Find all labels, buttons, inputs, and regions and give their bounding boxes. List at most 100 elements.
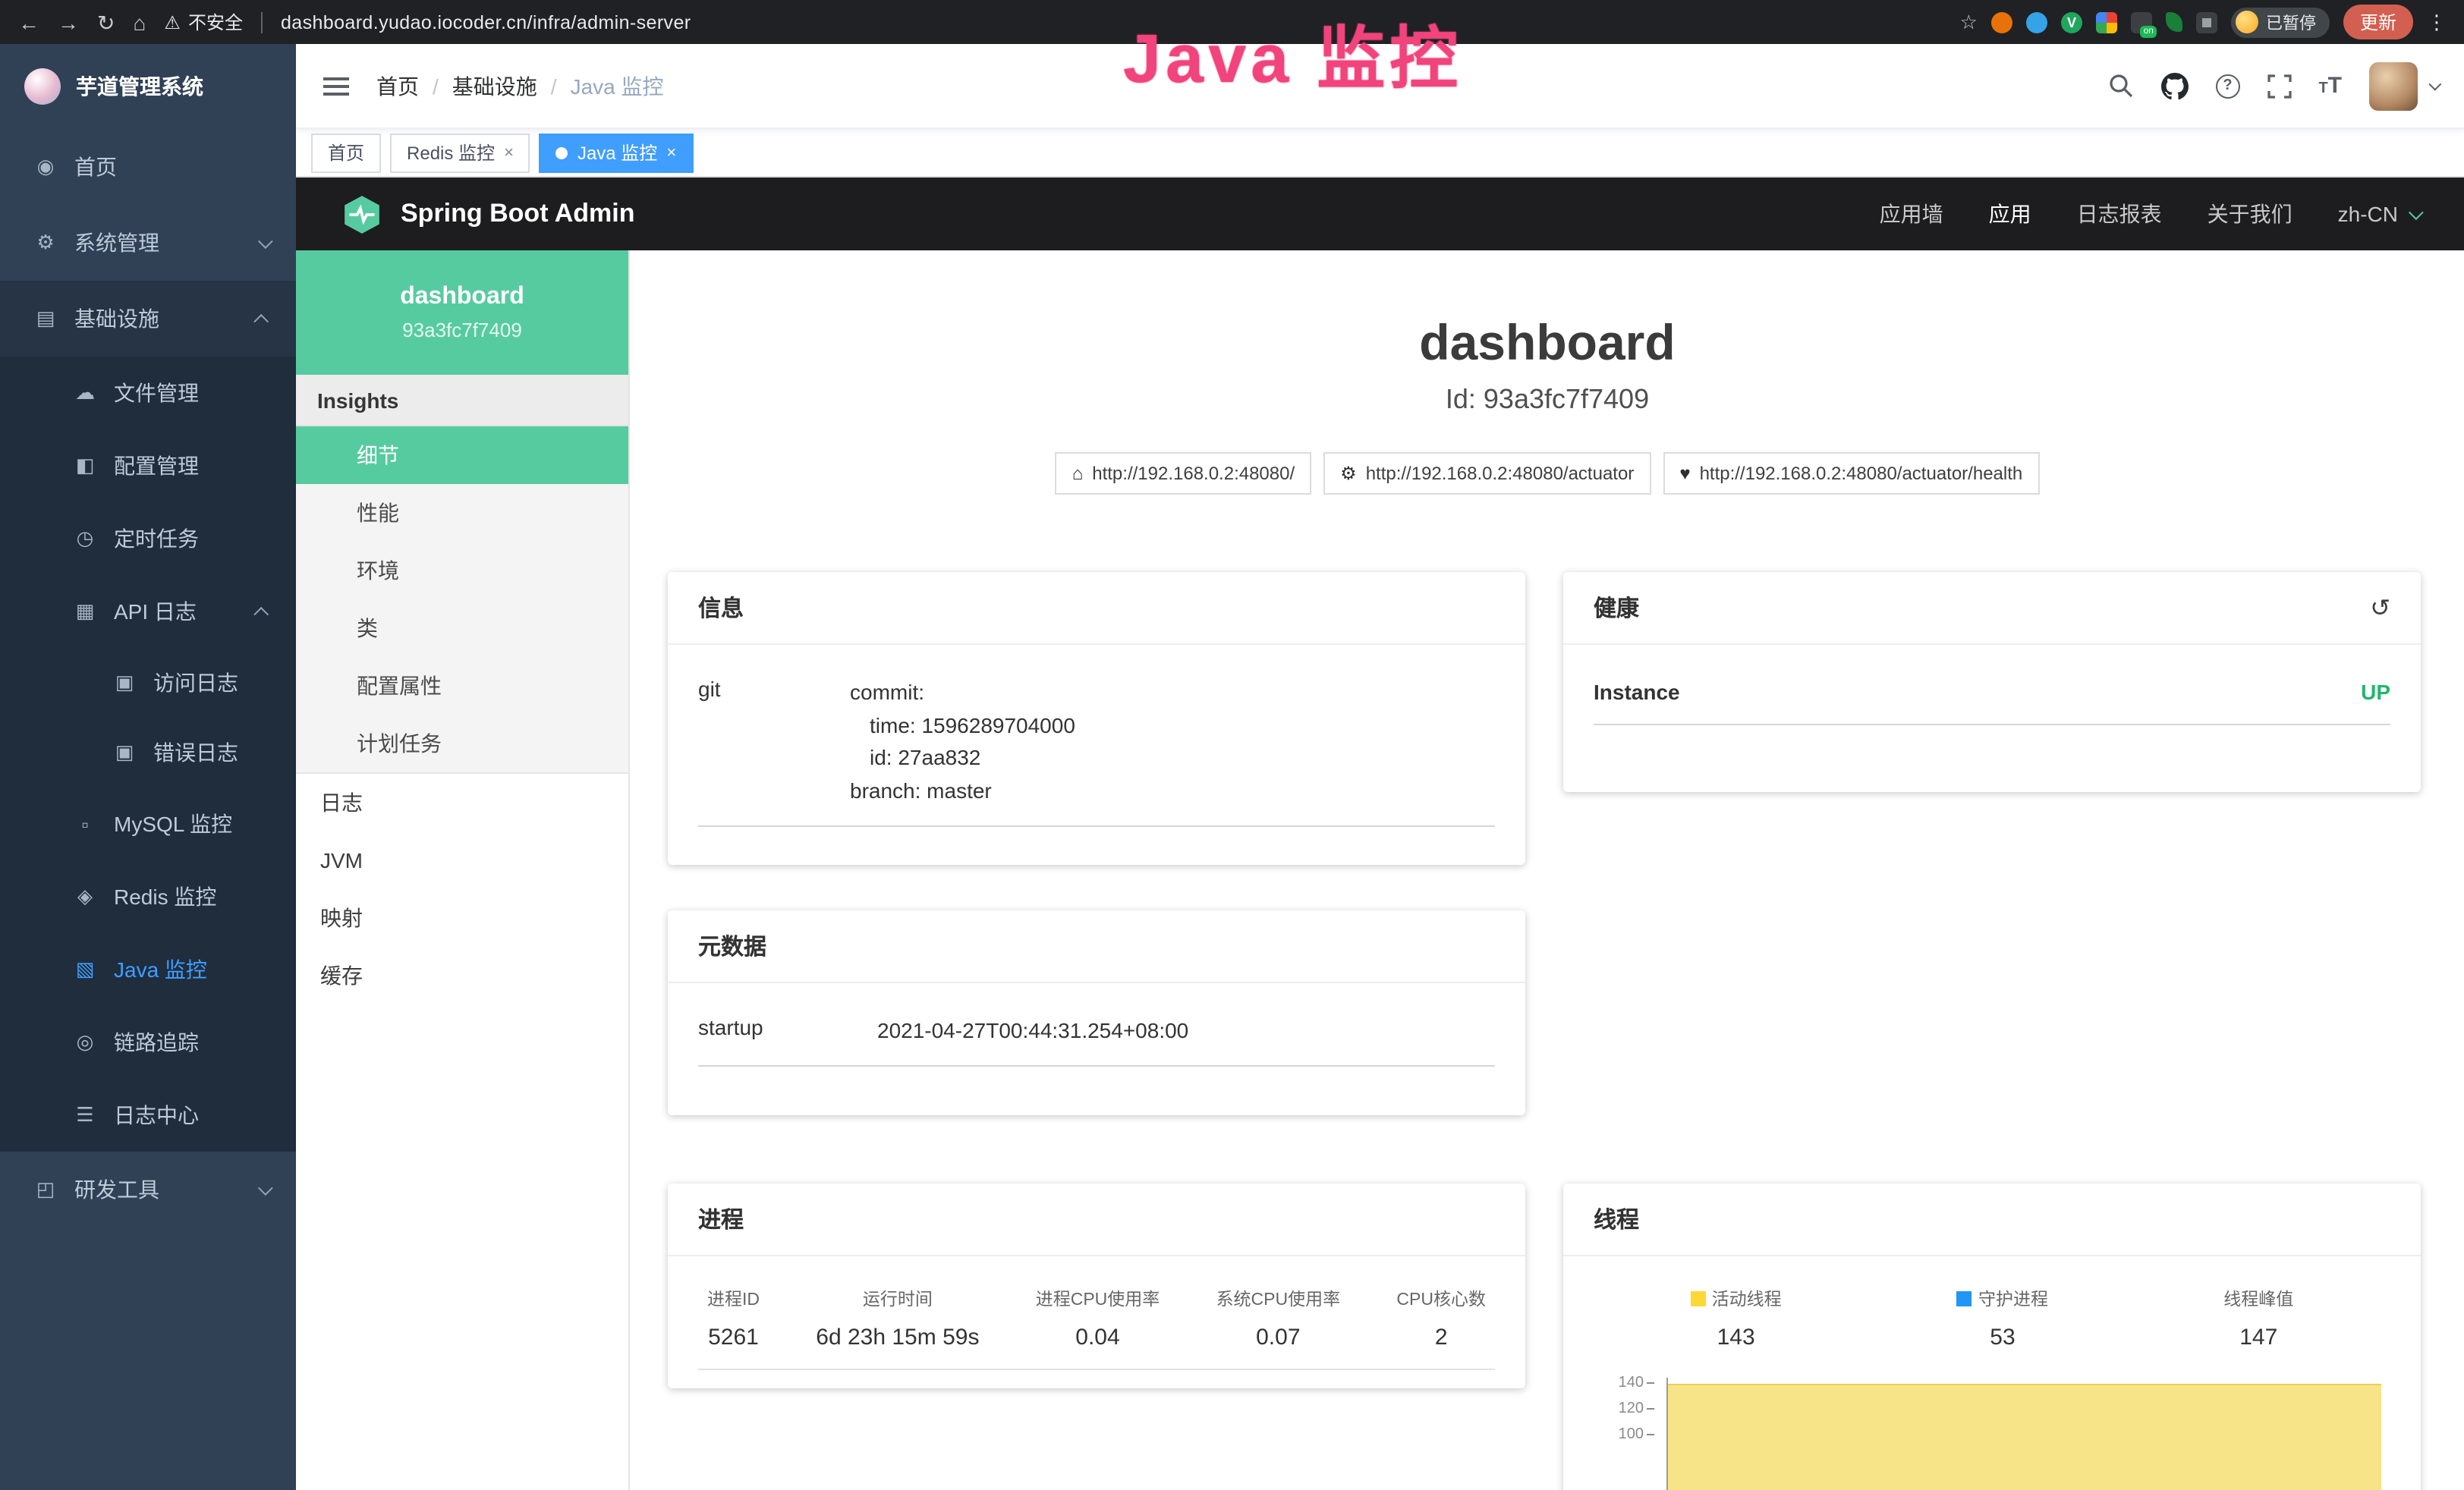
sidebar-item-mysql[interactable]: ▫ MySQL 监控 [0,787,296,860]
page-title: dashboard [630,314,2464,372]
config-icon: ◧ [73,454,97,478]
tab-redis-monitor[interactable]: Redis 监控 × [390,133,530,172]
sidebar-item-system[interactable]: ⚙ 系统管理 [0,205,296,281]
metadata-startup-row: startup 2021-04-27T00:44:31.254+08:00 [698,992,1495,1066]
user-menu[interactable] [2369,61,2437,110]
extensions-puzzle-icon[interactable] [2196,11,2217,33]
sidebar-item-label: 定时任务 [114,523,296,554]
menu-item-environment[interactable]: 环境 [296,542,628,599]
sidebar-item-label: 首页 [74,152,296,182]
sidebar-item-label: 文件管理 [114,378,296,408]
instance-name: dashboard [400,284,524,311]
threads-chart: 140 120 100 [1594,1375,2390,1490]
extension-icon[interactable]: V [2061,11,2082,33]
address-bar[interactable]: dashboard.yudao.iocoder.cn/infra/admin-s… [281,11,691,33]
sba-header: Spring Boot Admin 应用墙 应用 日志报表 关于我们 zh-CN [296,178,2464,250]
menu-item-jvm[interactable]: JVM [296,831,628,889]
sidebar-item-infrastructure[interactable]: ▤ 基础设施 [0,281,296,357]
chevron-up-icon [253,606,269,621]
sidebar-item-log-center[interactable]: ☰ 日志中心 [0,1079,296,1152]
tab-label: Redis 监控 [407,140,495,165]
health-key: Instance [1594,680,2361,704]
sidebar-item-label: Java 监控 [114,954,296,985]
locale-select[interactable]: zh-CN [2338,202,2419,226]
sidebar-item-home[interactable]: ◉ 首页 [0,129,296,205]
profile-avatar [2236,11,2258,33]
sidebar-item-config[interactable]: ◧ 配置管理 [0,429,296,502]
nav-journal[interactable]: 日志报表 [2077,199,2162,229]
sidebar-item-java[interactable]: ▧ Java 监控 [0,933,296,1006]
sidebar-item-files[interactable]: ☁ 文件管理 [0,357,296,429]
close-icon[interactable]: × [666,143,676,162]
threads-stats: 活动线程 143 守护进程 53 线程峰值 [1594,1265,2390,1369]
sidebar-item-jobs[interactable]: ◷ 定时任务 [0,502,296,575]
forward-icon[interactable]: → [58,11,79,33]
breadcrumb-infra[interactable]: 基础设施 [452,71,537,101]
menu-item-logs[interactable]: 日志 [296,774,628,831]
navbar-actions: ? TT [2107,61,2437,110]
search-icon[interactable] [2107,73,2133,99]
menu-item-details[interactable]: 细节 [296,426,628,484]
breadcrumb-home[interactable]: 首页 [376,71,419,101]
tab-home[interactable]: 首页 [311,133,381,172]
sidebar-item-access-log[interactable]: ▣ 访问日志 [0,648,296,718]
health-url-link[interactable]: ♥ http://192.168.0.2:48080/actuator/heal… [1663,452,2039,495]
cloud-icon: ☁ [73,381,97,405]
breadcrumb-separator: / [551,74,557,98]
browser-menu-icon[interactable]: ⋮ [2427,10,2447,34]
sidebar-item-label: 系统管理 [74,228,241,258]
nav-about[interactable]: 关于我们 [2208,199,2292,229]
sidebar-item-error-log[interactable]: ▣ 错误日志 [0,718,296,787]
update-button[interactable]: 更新 [2343,5,2413,39]
sidebar-item-dev-tools[interactable]: ◰ 研发工具 [0,1152,296,1228]
fullscreen-icon[interactable] [2267,74,2291,98]
sidebar-item-trace[interactable]: ◎ 链路追踪 [0,1006,296,1079]
bookmark-star-icon[interactable]: ☆ [1960,10,1978,34]
clock-icon: ◷ [73,527,97,551]
stat-value: 6d 23h 15m 59s [816,1325,979,1350]
app-logo[interactable]: 芋道管理系统 [0,44,296,129]
close-icon[interactable]: × [504,143,514,162]
sba-brand[interactable]: Spring Boot Admin [341,193,635,234]
wrench-icon: ⚙ [1340,463,1357,484]
tab-java-monitor[interactable]: Java 监控 × [540,133,693,172]
stat-value: 5261 [707,1325,760,1350]
extension-icon[interactable] [1991,11,2012,33]
security-chip[interactable]: ⚠ 不安全 [164,9,243,35]
history-icon[interactable]: ↺ [2370,593,2390,623]
profile-chip[interactable]: 已暂停 [2231,7,2330,37]
github-icon[interactable] [2160,72,2188,99]
menu-item-scheduled-tasks[interactable]: 计划任务 [296,715,628,772]
reload-icon[interactable]: ↻ [97,11,115,33]
menu-item-mappings[interactable]: 映射 [296,889,628,947]
service-url-link[interactable]: ⌂ http://192.168.0.2:48080/ [1056,452,1311,495]
chevron-up-icon [253,313,269,328]
health-instance-row: Instance UP [1594,654,2390,725]
sidebar-item-redis[interactable]: ◈ Redis 监控 [0,860,296,933]
back-icon[interactable]: ← [18,11,39,33]
nav-applications[interactable]: 应用 [1989,199,2031,229]
help-icon[interactable]: ? [2215,74,2239,98]
stat-system-cpu: 系统CPU使用率 0.07 [1216,1287,1341,1350]
extension-icon[interactable] [2026,11,2047,33]
instance-selector[interactable]: dashboard 93a3fc7f7409 [296,250,628,375]
sidebar-item-label: 错误日志 [153,737,296,768]
font-size-icon[interactable]: TT [2318,73,2342,99]
divider [261,11,263,33]
home-icon[interactable]: ⌂ [133,11,146,33]
extension-icon[interactable] [2096,11,2117,33]
link-label: http://192.168.0.2:48080/actuator [1366,463,1635,484]
hamburger-icon[interactable] [323,77,349,95]
sidebar-item-label: Redis 监控 [114,882,296,912]
actuator-url-link[interactable]: ⚙ http://192.168.0.2:48080/actuator [1323,452,1651,495]
locale-label: zh-CN [2338,202,2398,226]
menu-item-classes[interactable]: 类 [296,599,628,657]
menu-item-metrics[interactable]: 性能 [296,484,628,542]
extension-icon[interactable]: on [2131,11,2152,33]
extension-icon[interactable] [2166,12,2182,32]
menu-item-config-props[interactable]: 配置属性 [296,657,628,715]
sidebar-item-api-log[interactable]: ▦ API 日志 [0,575,296,648]
nav-wallboard[interactable]: 应用墙 [1880,199,1943,229]
redis-icon: ◈ [73,885,97,909]
menu-item-caches[interactable]: 缓存 [296,947,628,1004]
